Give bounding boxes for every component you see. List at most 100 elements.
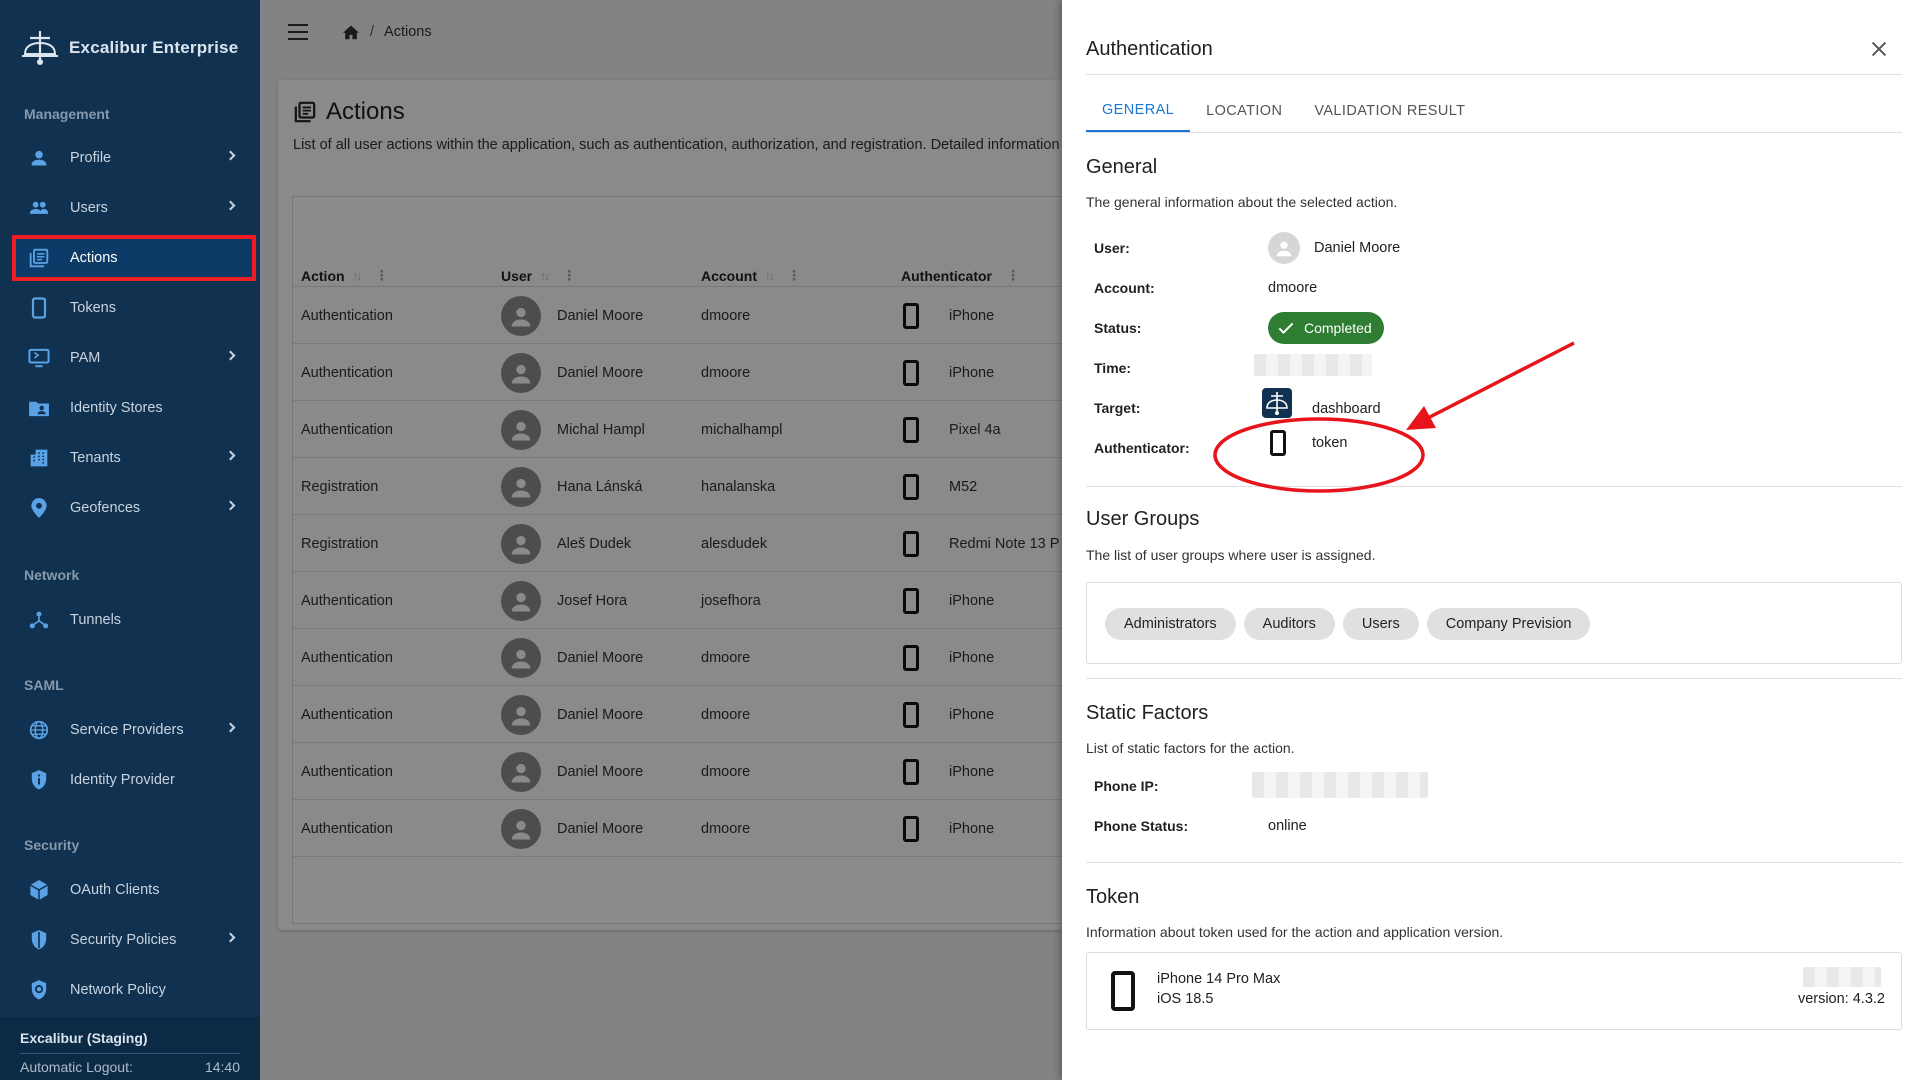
status-label: Status:	[1094, 320, 1142, 336]
drawer-tabs: GENERAL LOCATION VALIDATION RESULT	[1086, 90, 1481, 132]
sidebar-item-pam[interactable]: PAM	[12, 335, 256, 381]
section-divider	[1086, 486, 1902, 487]
sidebar-item-actions[interactable]: Actions	[12, 235, 256, 281]
section-divider	[1086, 862, 1902, 863]
sidebar-item-label: Security Policies	[70, 932, 177, 948]
target-label: Target:	[1094, 400, 1141, 416]
shield-half-icon	[28, 929, 50, 951]
chevron-right-icon	[225, 722, 236, 733]
authenticator-text: token	[1312, 435, 1348, 451]
brand[interactable]: Excalibur Enterprise	[20, 26, 238, 70]
section-saml: SAML	[24, 677, 64, 693]
sidebar-footer: Excalibur (Staging) Automatic Logout: 14…	[0, 1017, 260, 1080]
token-os-version: iOS 18.5	[1157, 991, 1214, 1007]
user-label: User:	[1094, 240, 1130, 256]
tab-general[interactable]: GENERAL	[1086, 90, 1191, 132]
sidebar: Excalibur Enterprise Management Profile …	[0, 0, 260, 1080]
folder-account-icon	[28, 397, 50, 419]
sidebar-item-geofences[interactable]: Geofences	[12, 485, 256, 531]
excalibur-logo-icon	[22, 31, 58, 65]
sidebar-item-label: OAuth Clients	[70, 882, 160, 898]
sidebar-item-identity-stores[interactable]: Identity Stores	[12, 385, 256, 431]
sidebar-item-label: Identity Provider	[70, 772, 175, 788]
user-groups-chips: Administrators Auditors Users Company Pr…	[1105, 608, 1591, 640]
sidebar-item-oauth-clients[interactable]: OAuth Clients	[12, 867, 256, 913]
target-text: dashboard	[1312, 401, 1381, 417]
close-icon[interactable]	[1868, 38, 1890, 60]
token-description: Information about token used for the act…	[1086, 924, 1504, 940]
sidebar-item-network-policy[interactable]: Network Policy	[12, 967, 256, 1013]
chevron-right-icon	[225, 450, 236, 461]
group-icon	[28, 197, 50, 219]
phone-ip-label: Phone IP:	[1094, 778, 1159, 794]
remote-desktop-icon	[28, 347, 50, 369]
sidebar-item-label: Users	[70, 200, 108, 216]
section-divider	[1086, 678, 1902, 679]
sidebar-item-tokens[interactable]: Tokens	[12, 285, 256, 331]
token-device-name: iPhone 14 Pro Max	[1157, 971, 1281, 987]
check-icon	[1278, 322, 1294, 334]
authenticator-value: token	[1270, 430, 1347, 456]
target-value: dashboard	[1262, 388, 1381, 418]
sidebar-item-service-providers[interactable]: Service Providers	[12, 707, 256, 753]
apartment-icon	[28, 447, 50, 469]
sidebar-item-label: Network Policy	[70, 982, 166, 998]
general-description: The general information about the select…	[1086, 194, 1398, 210]
sidebar-item-label: Identity Stores	[70, 400, 163, 416]
chevron-right-icon	[225, 200, 236, 211]
sidebar-item-tenants[interactable]: Tenants	[12, 435, 256, 481]
smartphone-icon	[1111, 971, 1135, 1011]
globe-icon	[28, 719, 50, 741]
status-value: Completed	[1268, 312, 1384, 344]
sidebar-item-identity-provider[interactable]: Identity Provider	[12, 757, 256, 803]
sidebar-item-label: Geofences	[70, 500, 141, 516]
user-groups-box: Administrators Auditors Users Company Pr…	[1086, 582, 1902, 664]
shield-lock-icon	[28, 979, 50, 1001]
sidebar-item-profile[interactable]: Profile	[12, 135, 256, 181]
logout-timer: 14:40	[204, 1059, 240, 1075]
location-shield-icon	[28, 497, 50, 519]
section-management: Management	[24, 106, 110, 122]
sidebar-item-users[interactable]: Users	[12, 185, 256, 231]
sidebar-item-label: Service Providers	[70, 722, 184, 738]
group-chip[interactable]: Users	[1342, 608, 1419, 640]
footer-divider	[20, 1053, 240, 1054]
tab-location[interactable]: LOCATION	[1190, 90, 1298, 132]
shield-info-icon	[28, 769, 50, 791]
drawer-title: Authentication	[1086, 38, 1213, 60]
user-value: Daniel Moore	[1268, 232, 1400, 264]
excalibur-logo-icon	[1262, 388, 1292, 418]
tabs-divider	[1086, 132, 1902, 133]
account-value: dmoore	[1268, 280, 1318, 296]
hub-icon	[28, 609, 50, 631]
group-chip[interactable]: Company Prevision	[1426, 608, 1591, 640]
phone-status-value: online	[1268, 818, 1307, 834]
general-heading: General	[1086, 156, 1158, 178]
app-version: version: 4.3.2	[1797, 991, 1885, 1007]
logout-label: Automatic Logout:	[20, 1059, 133, 1075]
token-heading: Token	[1086, 886, 1140, 908]
sidebar-item-label: Tunnels	[70, 612, 122, 628]
group-chip[interactable]: Administrators	[1105, 608, 1236, 640]
chevron-right-icon	[225, 350, 236, 361]
status-text: Completed	[1304, 320, 1372, 336]
phone-status-label: Phone Status:	[1094, 818, 1189, 834]
authenticator-label: Authenticator:	[1094, 440, 1190, 456]
phone-ip-value-redacted	[1252, 772, 1428, 798]
token-card: iPhone 14 Pro Max iOS 18.5 version: 4.3.…	[1086, 952, 1902, 1030]
chevron-right-icon	[225, 932, 236, 943]
sidebar-item-label: Tenants	[70, 450, 121, 466]
smartphone-icon	[28, 297, 50, 319]
sidebar-item-label: PAM	[70, 350, 101, 366]
chevron-right-icon	[225, 500, 236, 511]
tab-validation-result[interactable]: VALIDATION RESULT	[1298, 90, 1481, 132]
sidebar-item-label: Profile	[70, 150, 112, 166]
environment-name: Excalibur (Staging)	[20, 1030, 148, 1046]
group-chip[interactable]: Auditors	[1243, 608, 1335, 640]
time-label: Time:	[1094, 360, 1132, 376]
library-books-icon	[28, 247, 50, 269]
sidebar-item-tunnels[interactable]: Tunnels	[12, 597, 256, 643]
avatar	[1268, 232, 1300, 264]
token-id-redacted	[1803, 967, 1881, 987]
sidebar-item-security-policies[interactable]: Security Policies	[12, 917, 256, 963]
